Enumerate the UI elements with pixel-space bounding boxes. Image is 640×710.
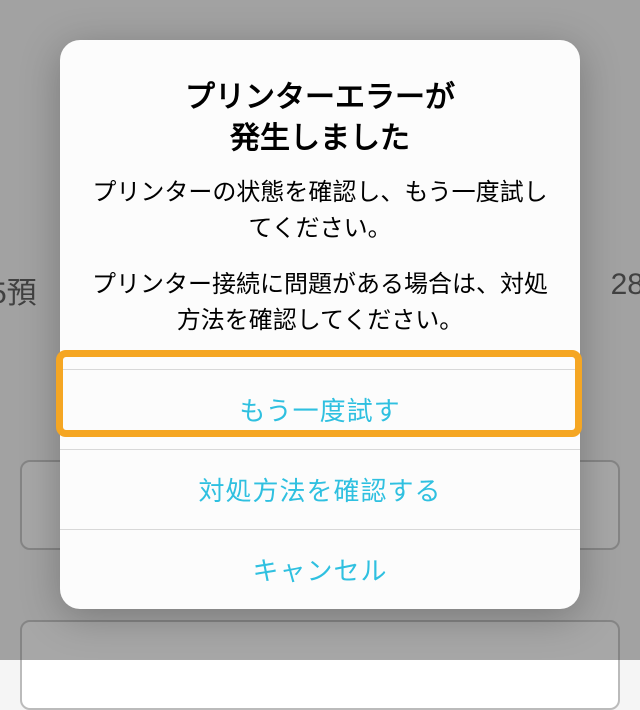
check-solution-button[interactable]: 対処方法を確認する (60, 449, 580, 529)
dialog-message: プリンターの状態を確認し、もう一度試してください。 プリンター接続に問題がある場… (90, 175, 550, 339)
retry-button[interactable]: もう一度試す (60, 369, 580, 449)
dialog-title: プリンターエラーが 発生しました (90, 78, 550, 159)
dialog-title-line1: プリンターエラーが (185, 81, 455, 114)
cancel-button[interactable]: キャンセル (60, 529, 580, 609)
dialog-content: プリンターエラーが 発生しました プリンターの状態を確認し、もう一度試してくださ… (60, 40, 580, 369)
dialog-message-line1: プリンターの状態を確認し、もう一度試してください。 (90, 175, 550, 247)
dialog-message-line2: プリンター接続に問題がある場合は、対処方法を確認してください。 (90, 267, 550, 339)
dialog-title-line2: 発生しました (230, 122, 410, 155)
error-dialog: プリンターエラーが 発生しました プリンターの状態を確認し、もう一度試してくださ… (60, 40, 580, 609)
dialog-buttons: もう一度試す 対処方法を確認する キャンセル (60, 369, 580, 609)
